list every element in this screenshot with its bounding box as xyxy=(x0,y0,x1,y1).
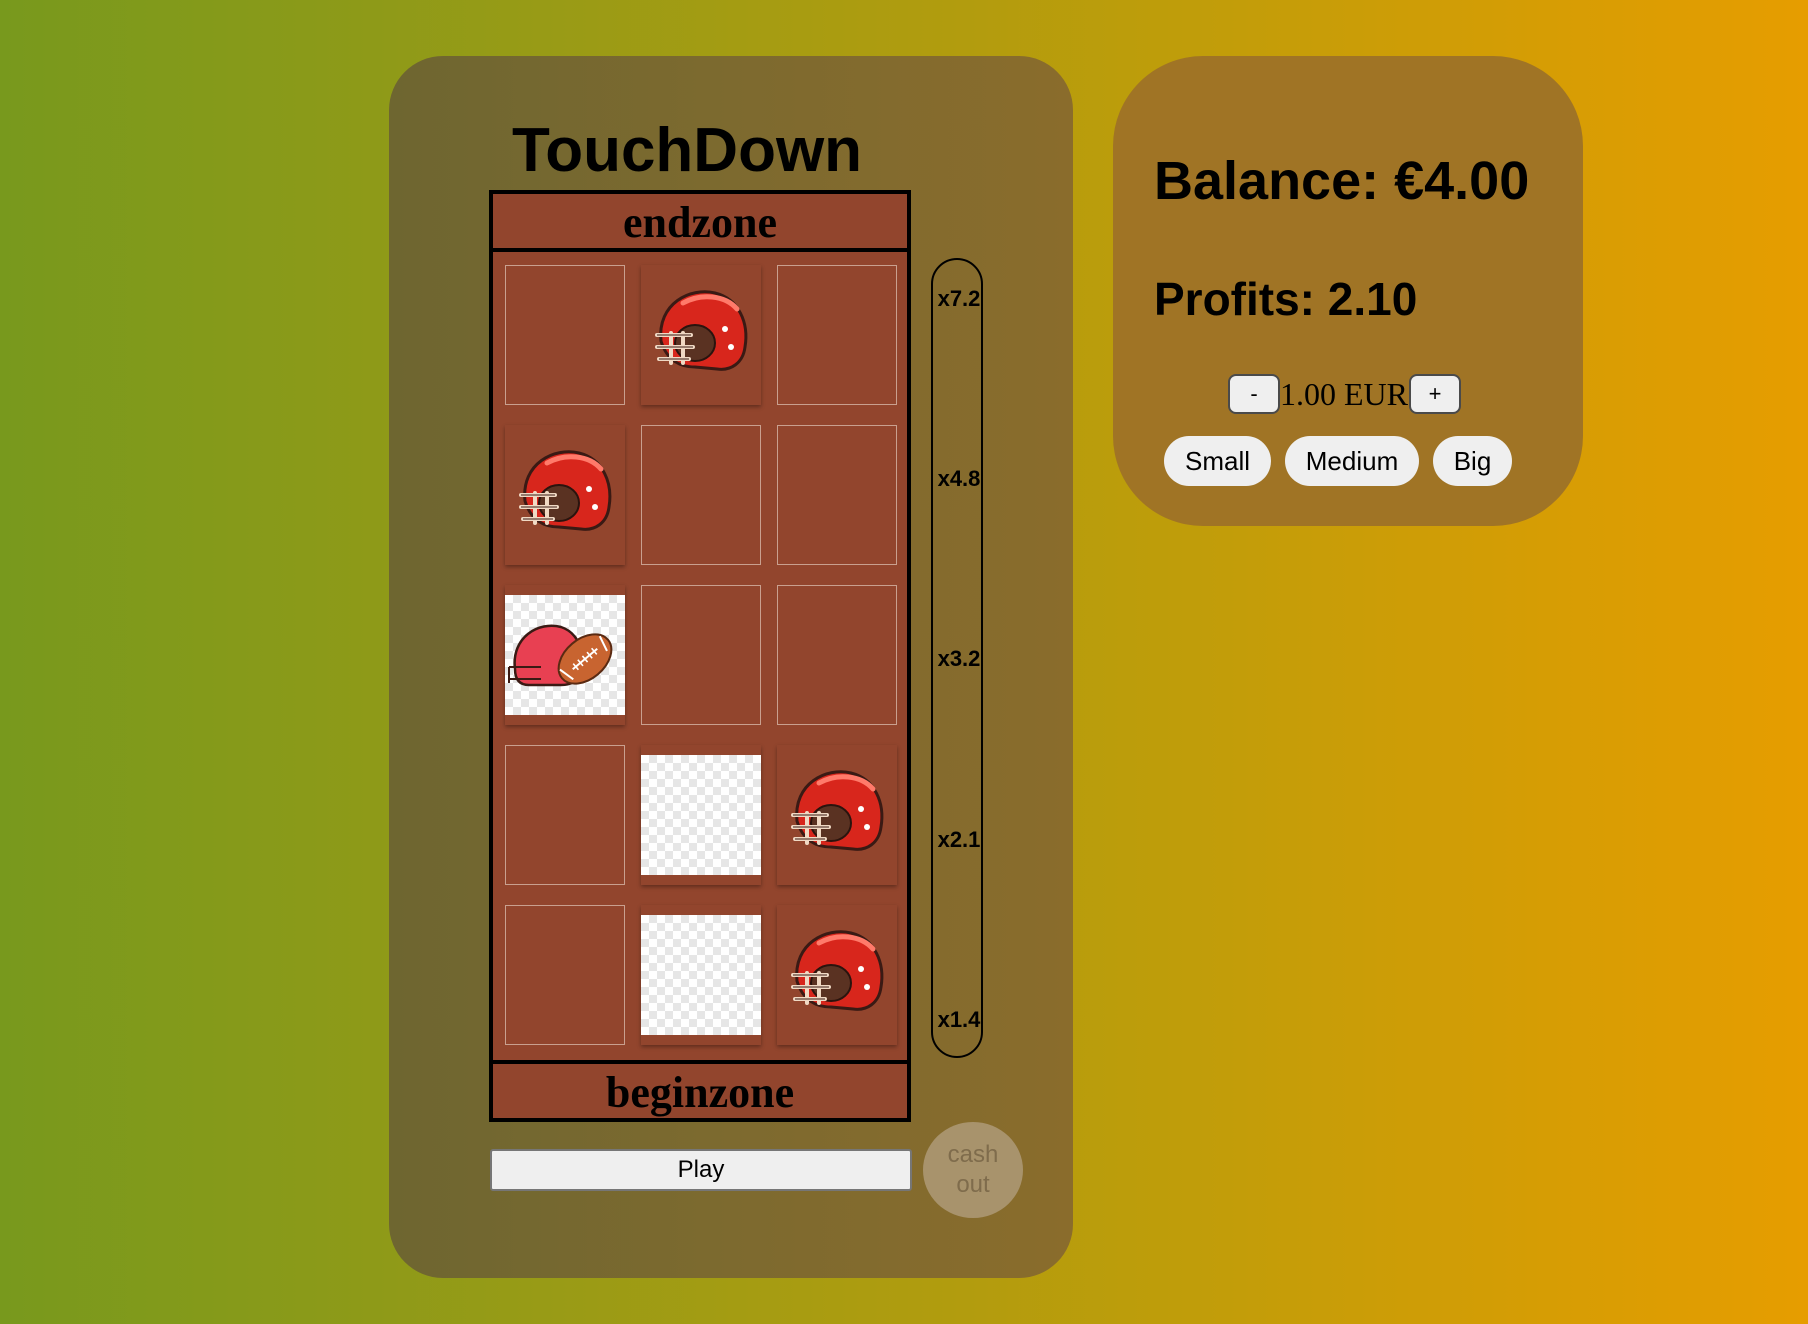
multiplier-row-3: x3.2 xyxy=(937,646,981,671)
profits-display: Profits: 2.10 xyxy=(1154,273,1418,325)
multiplier-row-2: x4.8 xyxy=(937,466,981,491)
play-button[interactable]: Play xyxy=(490,1149,912,1191)
tile-r2-c2[interactable] xyxy=(641,425,761,565)
multiplier-row-1: x7.2 xyxy=(937,286,981,311)
game-title: TouchDown xyxy=(511,116,863,185)
tile-r5-c3[interactable] xyxy=(777,905,897,1045)
tile-r1-c1[interactable] xyxy=(505,265,625,405)
size-big-button[interactable]: Big xyxy=(1433,436,1512,486)
tile-r2-c1[interactable] xyxy=(505,425,625,565)
tile-r5-c1[interactable] xyxy=(505,905,625,1045)
tile-r3-c1[interactable] xyxy=(505,585,625,725)
tile-r4-c2[interactable] xyxy=(641,745,761,885)
tile-r1-c2[interactable] xyxy=(641,265,761,405)
decrease-bet-button[interactable]: - xyxy=(1228,374,1280,414)
tile-r4-c3[interactable] xyxy=(777,745,897,885)
multiplier-row-5: x1.4 xyxy=(937,1007,981,1032)
multiplier-row-4: x2.1 xyxy=(937,827,981,852)
size-small-button[interactable]: Small xyxy=(1164,436,1271,486)
tile-r3-c2[interactable] xyxy=(641,585,761,725)
increase-bet-button[interactable]: + xyxy=(1409,374,1461,414)
tile-r1-c3[interactable] xyxy=(777,265,897,405)
size-medium-button[interactable]: Medium xyxy=(1285,436,1419,486)
tile-r3-c3[interactable] xyxy=(777,585,897,725)
beginzone-label: beginzone xyxy=(493,1060,907,1118)
cash-out-button[interactable]: cash out xyxy=(923,1122,1023,1218)
tile-r4-c1[interactable] xyxy=(505,745,625,885)
tile-r5-c2[interactable] xyxy=(641,905,761,1045)
endzone-label: endzone xyxy=(493,194,907,252)
bet-amount: 1.00 EUR xyxy=(1280,376,1408,412)
balance-display: Balance: €4.00 xyxy=(1154,151,1530,211)
tile-r2-c3[interactable] xyxy=(777,425,897,565)
